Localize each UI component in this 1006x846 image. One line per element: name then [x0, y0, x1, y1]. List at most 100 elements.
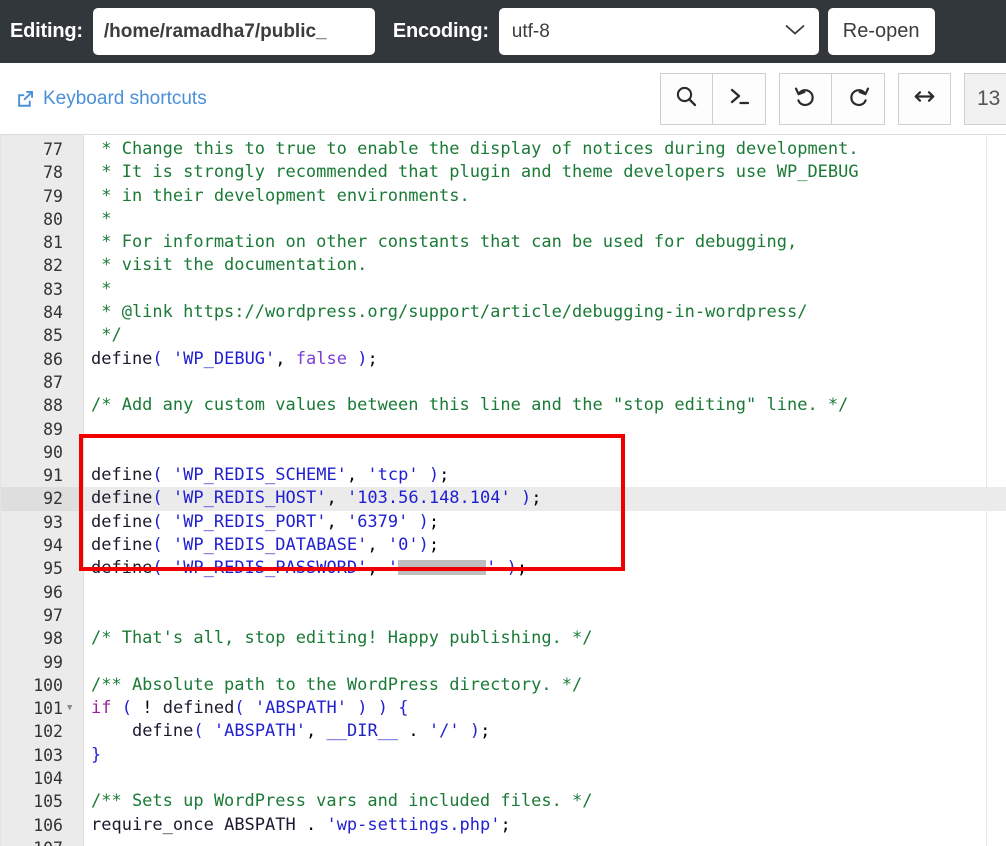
line-number: 95 — [43, 559, 63, 579]
code-token: . — [398, 721, 429, 742]
code-line[interactable]: 90 — [1, 441, 1006, 464]
console-icon — [727, 84, 752, 114]
code-line[interactable]: 94 define( 'WP_REDIS_DATABASE', '0'); — [1, 534, 1006, 557]
redo-button[interactable] — [832, 72, 885, 125]
external-link-icon — [16, 89, 35, 108]
code-token: ( — [152, 535, 163, 556]
code-line[interactable]: 89 — [1, 418, 1006, 441]
code-line[interactable]: 93 define( 'WP_REDIS_PORT', '6379' ); — [1, 511, 1006, 534]
code-line[interactable]: 97 — [1, 604, 1006, 627]
code-line[interactable]: 84 * @link https://wordpress.org/support… — [1, 301, 1006, 324]
line-number: 106 — [33, 815, 63, 835]
code-line[interactable]: 105 /** Sets up WordPress vars and includ… — [1, 790, 1006, 813]
code-token: define — [91, 511, 153, 532]
code-line-text: } — [84, 744, 101, 767]
editor-header-bar: Editing: Encoding: utf-8 Re-open — [0, 0, 1006, 63]
line-number: 81 — [43, 233, 63, 253]
code-token: , — [367, 535, 378, 556]
code-line[interactable]: 95 define( 'WP_REDIS_PASSWORD', ' ' ); — [1, 557, 1006, 580]
keyboard-shortcuts-link[interactable]: Keyboard shortcuts — [16, 88, 207, 110]
line-number: 82 — [43, 256, 63, 276]
code-line-text: define( 'WP_REDIS_DATABASE', '0'); — [84, 534, 439, 557]
code-line-text: */ — [84, 324, 121, 347]
code-line-text: define( 'ABSPATH', __DIR__ . '/' ); — [84, 720, 490, 743]
code-token: ; — [516, 558, 528, 579]
code-token: ( — [152, 348, 163, 369]
code-token: ( — [152, 465, 163, 486]
line-number: 92 — [1, 487, 84, 511]
code-line[interactable]: 92 define( 'WP_REDIS_HOST', '103.56.148.1… — [1, 487, 1006, 511]
code-token: ( — [234, 698, 245, 719]
code-line[interactable]: 80 * — [1, 208, 1006, 231]
code-line[interactable]: 86 define( 'WP_DEBUG', false ); — [1, 348, 1006, 371]
code-line[interactable]: 103} — [1, 744, 1006, 767]
code-token: 'WP_REDIS_PORT' — [172, 511, 327, 532]
toolbar-button-area: 13 — [660, 72, 1006, 125]
code-line[interactable]: 81 * For information on other constants … — [1, 231, 1006, 254]
code-fold-toggle[interactable]: ▼ — [67, 697, 72, 720]
console-button[interactable] — [713, 72, 766, 125]
code-token: , — [326, 511, 337, 532]
code-line[interactable]: 79 * in their development environments. — [1, 185, 1006, 208]
code-token: ' — [486, 558, 497, 579]
code-token: ( — [152, 511, 163, 532]
code-line[interactable]: 104 — [1, 767, 1006, 790]
code-token: ) — [506, 558, 517, 579]
search-button[interactable] — [660, 72, 713, 125]
encoding-select[interactable]: utf-8 — [498, 8, 819, 55]
code-token: 'WP_REDIS_HOST' — [172, 488, 327, 509]
code-line[interactable]: 88 /* Add any custom values between this … — [1, 394, 1006, 417]
code-editor[interactable]: 77 * Change this to true to enable the d… — [0, 135, 1006, 846]
code-line[interactable]: 82 * visit the documentation. — [1, 254, 1006, 277]
reopen-button[interactable]: Re-open — [827, 8, 935, 55]
search-icon — [674, 84, 699, 114]
code-line[interactable]: 77 * Change this to true to enable the d… — [1, 138, 1006, 161]
code-token: /** Sets up WordPress vars and included … — [91, 791, 593, 812]
code-line-text: define( 'WP_REDIS_PASSWORD', ' ' ); — [84, 557, 527, 580]
line-number: 77 — [43, 140, 63, 159]
code-line[interactable]: 85 */ — [1, 324, 1006, 347]
code-token: , — [326, 488, 337, 509]
font-size-value[interactable]: 13 — [964, 72, 1006, 125]
code-line[interactable]: 91 define( 'WP_REDIS_SCHEME', 'tcp' ); — [1, 464, 1006, 487]
redacted-password — [398, 560, 487, 576]
code-line[interactable]: 96 — [1, 581, 1006, 604]
code-token: ! — [131, 698, 163, 719]
code-line[interactable]: 107 — [1, 837, 1006, 846]
code-line[interactable]: 78 * It is strongly recommended that plu… — [1, 161, 1006, 184]
undo-button[interactable] — [779, 72, 832, 125]
code-line[interactable]: 101 ▼ if ( ! defined( 'ABSPATH' ) ) { — [1, 697, 1006, 720]
code-line[interactable]: 102 define( 'ABSPATH', __DIR__ . '/' ); — [1, 720, 1006, 743]
code-line[interactable]: 99 — [1, 651, 1006, 674]
code-token: , — [306, 721, 317, 742]
code-token: , — [346, 465, 358, 486]
code-token: ( — [121, 698, 132, 719]
code-line[interactable]: 106 require_once ABSPATH . 'wp-settings.p… — [1, 814, 1006, 837]
code-line-text: * in their development environments. — [84, 185, 469, 208]
code-line[interactable]: 98 /* That's all, stop editing! Happy pub… — [1, 627, 1006, 650]
encoding-label: Encoding: — [392, 20, 489, 42]
code-line-text: require_once ABSPATH . 'wp-settings.php'… — [84, 814, 511, 837]
code-token: __DIR__ — [326, 721, 399, 742]
line-number: 87 — [43, 372, 63, 392]
file-path-input[interactable] — [92, 8, 375, 55]
code-token: 'WP_REDIS_DATABASE' — [172, 535, 368, 556]
code-content[interactable]: 77 * Change this to true to enable the d… — [1, 135, 1006, 846]
word-wrap-button[interactable] — [898, 72, 951, 125]
code-line-text: * visit the documentation. — [84, 254, 367, 277]
line-number: 96 — [43, 582, 63, 602]
code-line[interactable]: 87 — [1, 371, 1006, 394]
code-token: '0' — [387, 535, 419, 556]
line-number: 105 — [33, 792, 63, 812]
code-line[interactable]: 100 /** Absolute path to the WordPress di… — [1, 674, 1006, 697]
code-line[interactable]: 83 * — [1, 278, 1006, 301]
line-number: 86 — [43, 349, 63, 369]
